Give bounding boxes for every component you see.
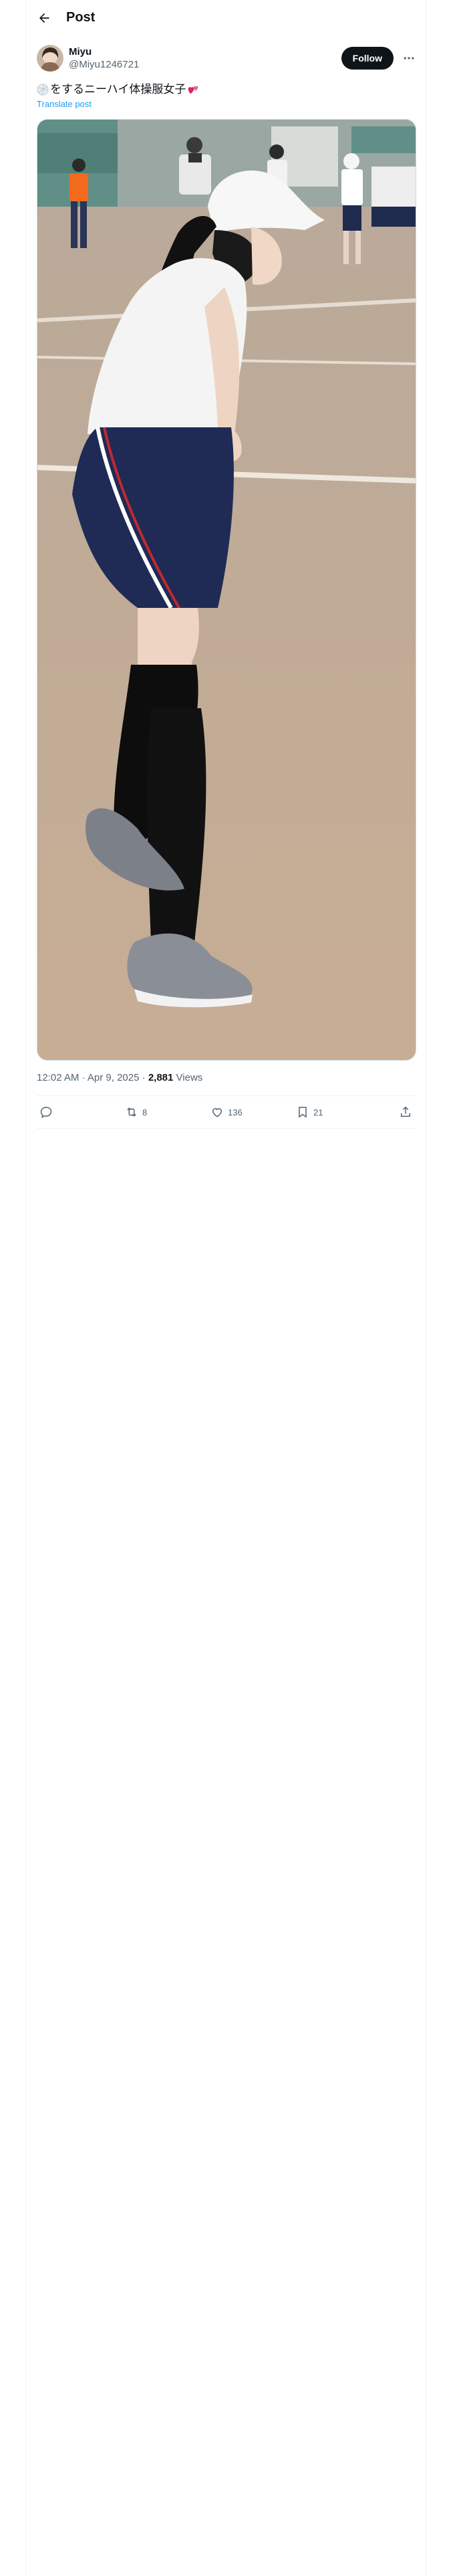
post-photo [37, 120, 416, 1060]
page-title: Post [66, 10, 96, 25]
reply-button[interactable] [39, 1105, 125, 1119]
author-names: Miyu @Miyu1246721 [69, 45, 139, 71]
top-header: Post [26, 0, 426, 35]
avatar-image [37, 45, 63, 72]
like-button[interactable]: 136 [210, 1105, 296, 1119]
post-text-body: をするニーハイ体操服女子 [50, 83, 186, 96]
action-bar: 8 136 21 [37, 1096, 415, 1129]
main-column: Post Miyu @Miyu1246721 Follow をするニーハイ体操服… [25, 0, 426, 2576]
author-row: Miyu @Miyu1246721 Follow [37, 43, 415, 73]
views-label: Views [176, 1072, 203, 1083]
repost-icon [127, 1107, 136, 1117]
more-horizontal-icon [404, 57, 414, 60]
repost-count: 8 [142, 1107, 148, 1117]
post-detail: Miyu @Miyu1246721 Follow をするニーハイ体操服女子 Tr… [26, 43, 426, 1129]
more-button[interactable] [398, 47, 420, 70]
share-icon [401, 1106, 410, 1117]
like-count: 136 [228, 1107, 243, 1117]
meta-separator-2: · [142, 1072, 146, 1083]
views-count: 2,881 [148, 1072, 174, 1083]
bookmark-button[interactable]: 21 [296, 1105, 382, 1119]
avatar[interactable] [37, 45, 63, 72]
meta-separator: · [82, 1072, 86, 1083]
repost-button[interactable]: 8 [125, 1105, 210, 1119]
translate-post-link[interactable]: Translate post [37, 99, 92, 109]
volleyball-emoji-icon [37, 84, 49, 96]
heart-icon [212, 1108, 222, 1117]
post-text: をするニーハイ体操服女子 [37, 82, 415, 98]
post-media-image[interactable] [37, 119, 416, 1061]
hearts-emoji-icon [188, 86, 198, 94]
follow-button[interactable]: Follow [341, 47, 394, 70]
post-time[interactable]: 12:02 AM [37, 1072, 79, 1083]
share-button[interactable] [399, 1105, 412, 1119]
arrow-left-icon [39, 13, 49, 23]
post-date[interactable]: Apr 9, 2025 [88, 1072, 140, 1083]
back-button[interactable] [33, 7, 55, 29]
bookmark-icon [299, 1107, 307, 1118]
bookmark-count: 21 [313, 1107, 323, 1117]
reply-icon [40, 1107, 52, 1118]
author-handle[interactable]: @Miyu1246721 [69, 58, 139, 71]
author-display-name[interactable]: Miyu [69, 45, 139, 58]
post-meta: 12:02 AM · Apr 9, 2025 · 2,881 Views [37, 1071, 415, 1096]
